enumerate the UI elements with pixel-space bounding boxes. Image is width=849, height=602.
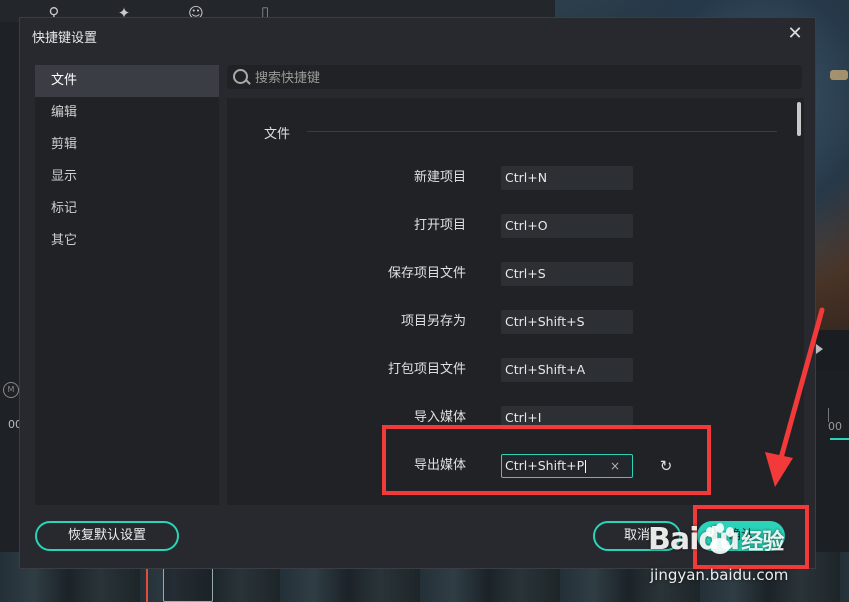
cancel-button[interactable]: 取消 — [593, 521, 681, 551]
shortcut-label: 新建项目 — [413, 170, 466, 185]
section-title: 文件 — [264, 127, 291, 142]
shortcut-row: 保存项目文件 Ctrl+S — [227, 262, 804, 286]
preview-overlay-hint — [830, 70, 848, 80]
search-bar — [227, 65, 802, 91]
shortcut-row: 新建项目 Ctrl+N — [227, 166, 804, 190]
background-left-panel — [0, 22, 19, 552]
category-item-edit[interactable]: 编辑 — [35, 97, 219, 129]
category-item-clip[interactable]: 剪辑 — [35, 129, 219, 161]
shortcut-key-field[interactable]: Ctrl+Shift+S — [501, 310, 633, 334]
shortcut-key-field[interactable]: Ctrl+Shift+A — [501, 358, 633, 382]
shortcut-label: 项目另存为 — [400, 314, 466, 329]
close-icon[interactable]: ✕ — [785, 24, 805, 44]
search-input[interactable] — [253, 65, 797, 91]
playhead-line — [146, 568, 148, 602]
category-item-display[interactable]: 显示 — [35, 161, 219, 193]
category-item-file[interactable]: 文件 — [35, 65, 219, 97]
category-list: 文件 编辑 剪辑 显示 标记 其它 — [35, 65, 219, 505]
section-divider — [307, 131, 777, 132]
shortcut-label: 保存项目文件 — [387, 266, 466, 281]
shortcut-label: 打包项目文件 — [387, 362, 466, 377]
annotation-highlight-shortcut-row — [382, 425, 711, 495]
shortcut-label: 打开项目 — [413, 218, 466, 233]
annotation-highlight-confirm — [693, 505, 809, 569]
shortcut-row: 打开项目 Ctrl+O — [227, 214, 804, 238]
category-item-marker[interactable]: 标记 — [35, 193, 219, 225]
ruler-label: 00 — [828, 420, 842, 433]
restore-default-button[interactable]: 恢复默认设置 — [35, 521, 179, 551]
search-icon — [233, 69, 248, 84]
dialog-title: 快捷键设置 — [32, 31, 98, 46]
shortcut-row: 项目另存为 Ctrl+Shift+S — [227, 310, 804, 334]
shortcut-key-field[interactable]: Ctrl+N — [501, 166, 633, 190]
scrollbar-thumb[interactable] — [797, 102, 801, 136]
shortcut-row: 打包项目文件 Ctrl+Shift+A — [227, 358, 804, 382]
play-icon[interactable] — [816, 344, 823, 354]
timeline-track-line — [830, 438, 849, 440]
shortcut-key-field[interactable]: Ctrl+S — [501, 262, 633, 286]
marker-icon[interactable]: M — [3, 382, 19, 398]
category-item-other[interactable]: 其它 — [35, 225, 219, 257]
shortcut-key-field[interactable]: Ctrl+O — [501, 214, 633, 238]
